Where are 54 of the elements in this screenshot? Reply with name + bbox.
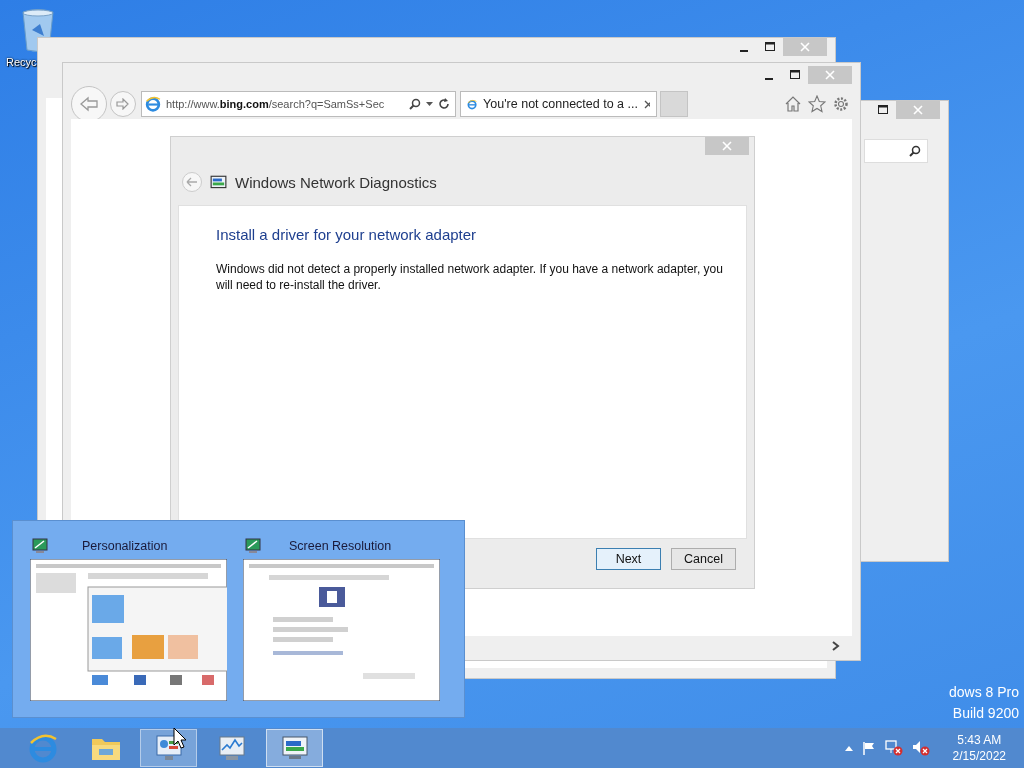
network-diagnostics-icon xyxy=(210,174,227,190)
preview-title[interactable]: Screen Resolution xyxy=(289,539,392,553)
refresh-icon[interactable] xyxy=(438,98,450,110)
maximize-icon xyxy=(878,105,888,115)
back-button[interactable] xyxy=(71,86,107,122)
display-settings-icon xyxy=(245,538,261,554)
close-icon xyxy=(800,42,810,52)
minimize-icon xyxy=(765,77,773,80)
globe-e-icon xyxy=(145,96,161,112)
home-icon[interactable] xyxy=(784,95,802,113)
clock-date: 2/15/2022 xyxy=(952,748,1006,764)
performance-monitor-icon xyxy=(216,733,247,763)
close-icon xyxy=(913,105,923,115)
taskbar-button[interactable] xyxy=(266,729,323,767)
dialog-button[interactable]: Next xyxy=(596,548,661,570)
recycle-bin-label[interactable]: Recyc xyxy=(6,56,37,68)
show-hidden-icons-icon[interactable] xyxy=(844,745,853,751)
address-bar[interactable]: http://www.bing.com/search?q=SamSs+Sec xyxy=(141,91,456,117)
dialog-button[interactable]: Cancel xyxy=(671,548,736,570)
flag-icon[interactable] xyxy=(861,741,876,755)
globe-e-icon xyxy=(27,733,58,763)
browser-tab[interactable]: You're not connected to a ... xyxy=(460,91,657,117)
close-icon xyxy=(722,141,732,151)
forward-button[interactable] xyxy=(110,91,136,117)
close-icon xyxy=(825,70,835,80)
mouse-cursor-icon xyxy=(173,727,187,749)
clock[interactable]: 5:43 AM 2/15/2022 xyxy=(952,732,1006,764)
search-icon xyxy=(909,145,921,157)
watermark-text: dows 8 Pro xyxy=(948,684,1019,700)
watermark-text: Build 9200 xyxy=(952,705,1019,721)
dropdown-caret-icon[interactable] xyxy=(426,102,433,106)
url-text: http://www.bing.com/search?q=SamSs+Sec xyxy=(166,98,385,110)
taskbar-button[interactable] xyxy=(140,729,197,767)
dialog-message: Windows did not detect a properly installed network adapter. If you have a network adapter, you will need to re-install the driver. xyxy=(216,261,724,293)
back-arrow-icon xyxy=(186,177,198,187)
network-icon[interactable] xyxy=(884,740,903,756)
forward-arrow-icon xyxy=(116,98,130,110)
speaker-icon[interactable] xyxy=(911,740,930,756)
preview-title[interactable]: Personalization xyxy=(82,539,168,553)
search-field[interactable] xyxy=(864,139,928,163)
settings-icon[interactable] xyxy=(832,95,850,113)
maximize-icon xyxy=(790,70,800,80)
back-button[interactable] xyxy=(182,172,202,192)
star-icon[interactable] xyxy=(808,95,826,113)
maximize-icon xyxy=(765,42,775,52)
control-panel-icon xyxy=(153,733,184,763)
clock-time: 5:43 AM xyxy=(957,732,1002,748)
dialog-title: Windows Network Diagnostics xyxy=(235,173,437,191)
minimize-icon xyxy=(740,49,748,52)
back-arrow-icon xyxy=(79,96,99,112)
dialog-heading: Install a driver for your network adapter xyxy=(216,226,478,243)
display-settings-icon xyxy=(32,538,48,554)
search-icon[interactable] xyxy=(409,98,421,110)
close-tab-icon[interactable] xyxy=(643,99,650,109)
